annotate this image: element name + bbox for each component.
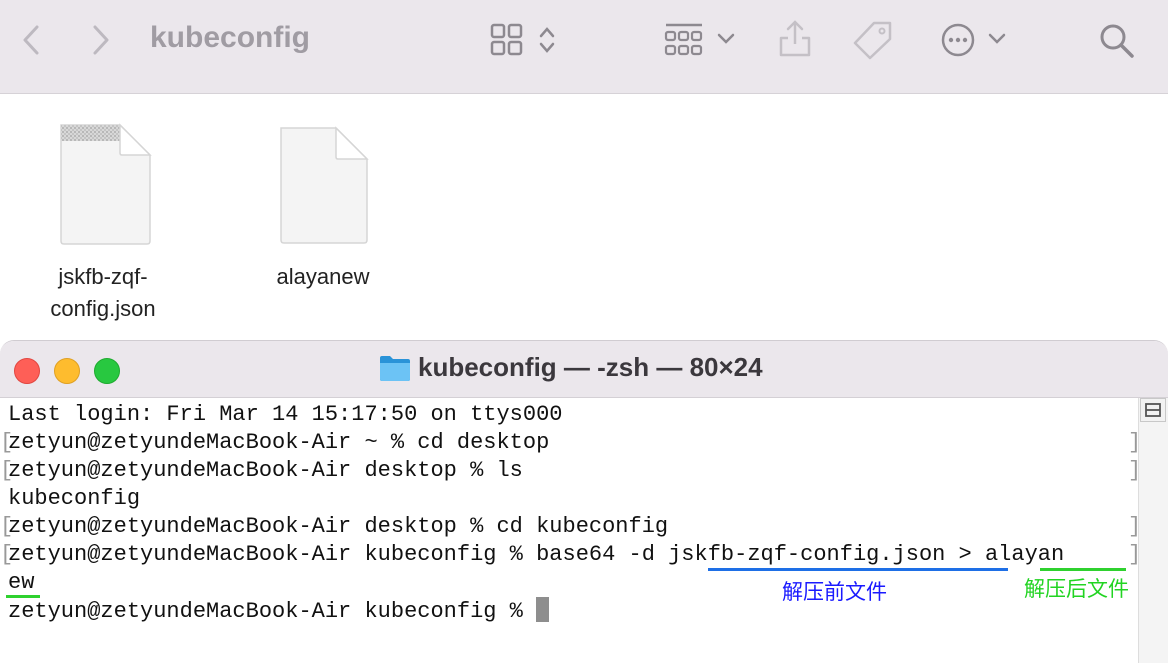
zoom-button[interactable] bbox=[94, 358, 120, 384]
folder-icon bbox=[379, 354, 411, 387]
group-chevron-down-icon[interactable] bbox=[716, 32, 736, 46]
terminal-cursor bbox=[536, 597, 550, 622]
terminal-line: zetyun@zetyundeMacBook-Air desktop % ls bbox=[8, 458, 523, 483]
share-icon[interactable] bbox=[778, 18, 812, 58]
close-button[interactable] bbox=[14, 358, 40, 384]
view-options-chevron-icon[interactable] bbox=[538, 24, 556, 56]
terminal-title: kubeconfig — -zsh — 80×24 bbox=[418, 352, 763, 382]
terminal-scrollbar[interactable] bbox=[1138, 398, 1168, 663]
terminal-line: Last login: Fri Mar 14 15:17:50 on ttys0… bbox=[8, 402, 563, 427]
file-name-line-2: config.json bbox=[50, 296, 156, 321]
search-icon[interactable] bbox=[1098, 22, 1136, 60]
terminal-line: zetyun@zetyundeMacBook-Air desktop % cd … bbox=[8, 514, 669, 539]
split-pane-icon bbox=[1145, 403, 1161, 417]
file-name-line-1: jskfb-zqf- bbox=[58, 264, 148, 289]
terminal-line: kubeconfig bbox=[8, 486, 141, 511]
back-icon[interactable] bbox=[20, 24, 42, 56]
document-icon bbox=[278, 126, 370, 251]
terminal-line: ew bbox=[8, 570, 35, 595]
tag-icon[interactable] bbox=[852, 20, 894, 60]
finder-window-title: kubeconfig bbox=[150, 21, 311, 54]
terminal-line: zetyun@zetyundeMacBook-Air ~ % cd deskto… bbox=[8, 430, 550, 455]
after-file-underline-wrap bbox=[6, 595, 40, 598]
terminal-line: zetyun@zetyundeMacBook-Air kubeconfig % … bbox=[8, 542, 1065, 567]
terminal-prompt: zetyun@zetyundeMacBook-Air kubeconfig % bbox=[8, 599, 537, 624]
terminal-prompt-line[interactable]: zetyun@zetyundeMacBook-Air kubeconfig % bbox=[8, 597, 550, 626]
forward-icon[interactable] bbox=[90, 24, 112, 56]
json-document-icon bbox=[58, 123, 152, 252]
finder-toolbar: kubeconfig bbox=[0, 0, 1168, 94]
more-chevron-down-icon[interactable] bbox=[987, 32, 1007, 46]
icon-view-grid-icon[interactable] bbox=[490, 23, 524, 57]
after-file-annotation: 解压后文件 bbox=[1024, 577, 1129, 601]
before-file-annotation: 解压前文件 bbox=[782, 580, 887, 604]
group-by-icon[interactable] bbox=[664, 22, 704, 58]
before-file-underline bbox=[708, 568, 1008, 571]
after-file-underline bbox=[1040, 568, 1126, 571]
terminal-output[interactable]: Last login: Fri Mar 14 15:17:50 on ttys0… bbox=[0, 398, 1141, 663]
terminal-window: kubeconfig — -zsh — 80×24 Last login: Fr… bbox=[0, 340, 1168, 663]
file-name: alayanew bbox=[276, 264, 370, 289]
minimize-button[interactable] bbox=[54, 358, 80, 384]
more-actions-icon[interactable] bbox=[940, 22, 976, 58]
terminal-titlebar: kubeconfig — -zsh — 80×24 bbox=[0, 341, 1168, 398]
split-pane-button[interactable] bbox=[1140, 398, 1166, 422]
